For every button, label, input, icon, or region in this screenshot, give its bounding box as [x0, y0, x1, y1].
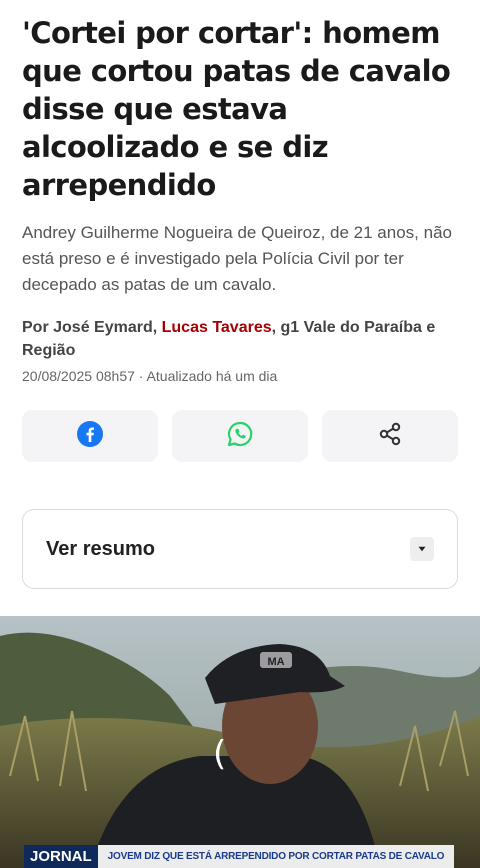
share-icon	[377, 421, 403, 452]
publish-date: 20/08/2025 08h57	[22, 368, 135, 384]
article: 'Cortei por cortar': homem que cortou pa…	[0, 14, 480, 589]
author-link[interactable]: Lucas Tavares	[162, 319, 272, 336]
caret-down-icon	[410, 537, 434, 561]
summary-label: Ver resumo	[46, 537, 155, 560]
lower-third: JORNAL JOVEM DIZ QUE ESTÁ ARREPENDIDO PO…	[24, 845, 455, 868]
article-subtitle: Andrey Guilherme Nogueira de Queiroz, de…	[22, 223, 452, 294]
byline: Por José Eymard, Lucas Tavares, g1 Vale …	[22, 316, 458, 362]
video-player[interactable]: MA ( JORNAL JOVEM DIZ QUE ESTÁ ARREPENDI…	[0, 616, 480, 868]
loading-spinner-icon: (	[213, 734, 227, 774]
facebook-icon	[77, 420, 103, 452]
whatsapp-icon	[226, 420, 254, 453]
article-title: 'Cortei por cortar': homem que cortou pa…	[22, 16, 451, 202]
video-headline: JOVEM DIZ QUE ESTÁ ARREPENDIDO POR CORTA…	[97, 845, 455, 868]
article-meta: 20/08/2025 08h57 · Atualizado há um dia	[22, 368, 458, 384]
facebook-share-button[interactable]	[22, 410, 158, 462]
share-button[interactable]	[322, 410, 458, 462]
video-frame: MA	[0, 616, 480, 868]
byline-prefix: Por José Eymard,	[22, 319, 162, 336]
channel-tag: JORNAL	[24, 845, 98, 868]
share-bar	[22, 410, 458, 462]
summary-toggle[interactable]: Ver resumo	[22, 509, 458, 589]
whatsapp-share-button[interactable]	[172, 410, 308, 462]
cap-logo: MA	[267, 656, 284, 668]
updated-label: · Atualizado há um dia	[134, 368, 278, 384]
